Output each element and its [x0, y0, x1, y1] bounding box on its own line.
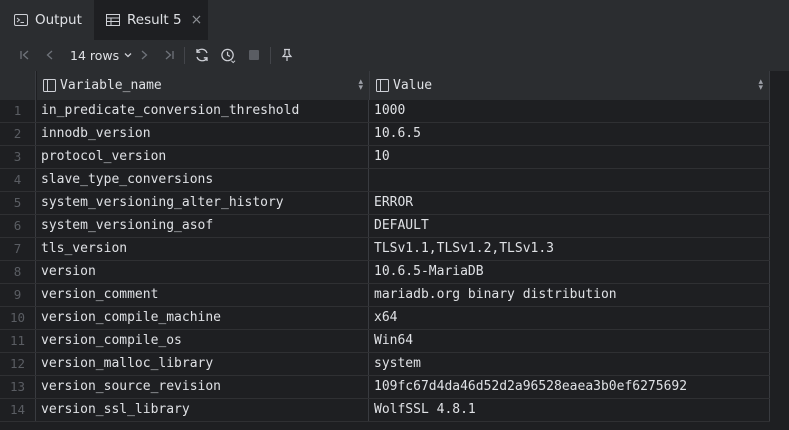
pin-icon[interactable] — [279, 47, 295, 63]
row-number: 3 — [0, 146, 36, 168]
table-row[interactable]: 1 in_predicate_conversion_threshold 1000 — [0, 100, 770, 123]
cell-value[interactable]: 10 — [370, 146, 770, 168]
row-number: 11 — [0, 330, 36, 352]
table-row[interactable]: 10 version_compile_machine x64 — [0, 307, 770, 330]
cell-value[interactable]: 109fc67d4da46d52d2a96528eaea3b0ef6275692 — [370, 376, 770, 398]
cell-variable-name[interactable]: innodb_version — [37, 123, 369, 145]
tab-result-label: Result 5 — [127, 12, 182, 28]
table-row[interactable]: 2 innodb_version 10.6.5 — [0, 123, 770, 146]
cell-value[interactable]: system — [370, 353, 770, 375]
column-icon — [376, 79, 389, 92]
rows-count-dropdown[interactable]: 14 rows — [70, 47, 133, 63]
cell-value[interactable]: 1000 — [370, 100, 770, 122]
toolbar-separator — [184, 47, 185, 64]
cell-variable-name[interactable]: version_source_revision — [37, 376, 369, 398]
row-number: 9 — [0, 284, 36, 306]
cell-variable-name[interactable]: version — [37, 261, 369, 283]
cell-variable-name[interactable]: tls_version — [37, 238, 369, 260]
toolbar-separator — [270, 47, 271, 64]
cell-variable-name[interactable]: version_compile_machine — [37, 307, 369, 329]
column-label: Variable_name — [60, 78, 162, 93]
table-row[interactable]: 4 slave_type_conversions — [0, 169, 770, 192]
sort-icon[interactable]: ▴ ▾ — [758, 78, 763, 93]
tab-output[interactable]: Output — [14, 0, 82, 40]
table-row[interactable]: 5 system_versioning_alter_history ERROR — [0, 192, 770, 215]
table-row[interactable]: 3 protocol_version 10 — [0, 146, 770, 169]
table-icon — [106, 13, 120, 27]
cell-value[interactable]: ERROR — [370, 192, 770, 214]
cell-variable-name[interactable]: version_ssl_library — [37, 399, 369, 421]
row-number: 14 — [0, 399, 36, 421]
row-number: 10 — [0, 307, 36, 329]
cell-value[interactable]: 10.6.5 — [370, 123, 770, 145]
previous-page-icon[interactable] — [42, 47, 58, 63]
cell-variable-name[interactable]: version_comment — [37, 284, 369, 306]
row-number: 4 — [0, 169, 36, 191]
result-grid: Variable_name ▴ ▾ Value ▴ ▾ 1 in_predicate_… — [0, 71, 789, 430]
cell-variable-name[interactable]: in_predicate_conversion_threshold — [37, 100, 369, 122]
cell-value[interactable]: x64 — [370, 307, 770, 329]
stop-icon[interactable] — [246, 47, 262, 63]
cell-variable-name[interactable]: protocol_version — [37, 146, 369, 168]
first-page-icon[interactable] — [17, 47, 33, 63]
table-row[interactable]: 14 version_ssl_library WolfSSL 4.8.1 — [0, 399, 770, 422]
table-row[interactable]: 8 version 10.6.5-MariaDB — [0, 261, 770, 284]
sort-icon[interactable]: ▴ ▾ — [358, 78, 363, 93]
cell-value[interactable] — [370, 169, 770, 191]
cell-value[interactable]: WolfSSL 4.8.1 — [370, 399, 770, 421]
cell-variable-name[interactable]: version_compile_os — [37, 330, 369, 352]
last-page-icon[interactable] — [161, 47, 177, 63]
grid-corner — [0, 71, 36, 100]
cell-variable-name[interactable]: system_versioning_asof — [37, 215, 369, 237]
chevron-down-icon — [123, 48, 133, 63]
console-icon — [14, 13, 28, 27]
column-header-value[interactable]: Value ▴ ▾ — [370, 71, 770, 100]
result-toolbar: 14 rows — [0, 40, 789, 71]
tab-bar: Output Result 5 × — [0, 0, 789, 40]
column-label: Value — [393, 78, 433, 93]
row-number: 2 — [0, 123, 36, 145]
row-number: 8 — [0, 261, 36, 283]
grid-empty-area — [770, 71, 789, 430]
table-row[interactable]: 6 system_versioning_asof DEFAULT — [0, 215, 770, 238]
cell-value[interactable]: TLSv1.1,TLSv1.2,TLSv1.3 — [370, 238, 770, 260]
column-icon — [43, 79, 56, 92]
cell-value[interactable]: Win64 — [370, 330, 770, 352]
rows-count-label: 14 rows — [70, 47, 120, 63]
clock-icon[interactable] — [220, 47, 236, 63]
cell-variable-name[interactable]: version_malloc_library — [37, 353, 369, 375]
table-row[interactable]: 12 version_malloc_library system — [0, 353, 770, 376]
table-row[interactable]: 9 version_comment mariadb.org binary distr… — [0, 284, 770, 307]
cell-value[interactable]: mariadb.org binary distribution — [370, 284, 770, 306]
row-number: 1 — [0, 100, 36, 122]
row-number: 7 — [0, 238, 36, 260]
row-number: 12 — [0, 353, 36, 375]
tab-result-5[interactable]: Result 5 × — [94, 0, 208, 40]
table-row[interactable]: 7 tls_version TLSv1.1,TLSv1.2,TLSv1.3 — [0, 238, 770, 261]
table-row[interactable]: 11 version_compile_os Win64 — [0, 330, 770, 353]
table-row[interactable]: 13 version_source_revision 109fc67d4da46d5… — [0, 376, 770, 399]
cell-value[interactable]: DEFAULT — [370, 215, 770, 237]
row-number: 6 — [0, 215, 36, 237]
cell-variable-name[interactable]: slave_type_conversions — [37, 169, 369, 191]
cell-variable-name[interactable]: system_versioning_alter_history — [37, 192, 369, 214]
row-number: 5 — [0, 192, 36, 214]
next-page-icon[interactable] — [136, 47, 152, 63]
row-number: 13 — [0, 376, 36, 398]
close-icon[interactable]: × — [191, 12, 203, 28]
tab-output-label: Output — [35, 12, 82, 28]
cell-value[interactable]: 10.6.5-MariaDB — [370, 261, 770, 283]
column-header-variable-name[interactable]: Variable_name ▴ ▾ — [37, 71, 370, 100]
reload-icon[interactable] — [194, 47, 210, 63]
